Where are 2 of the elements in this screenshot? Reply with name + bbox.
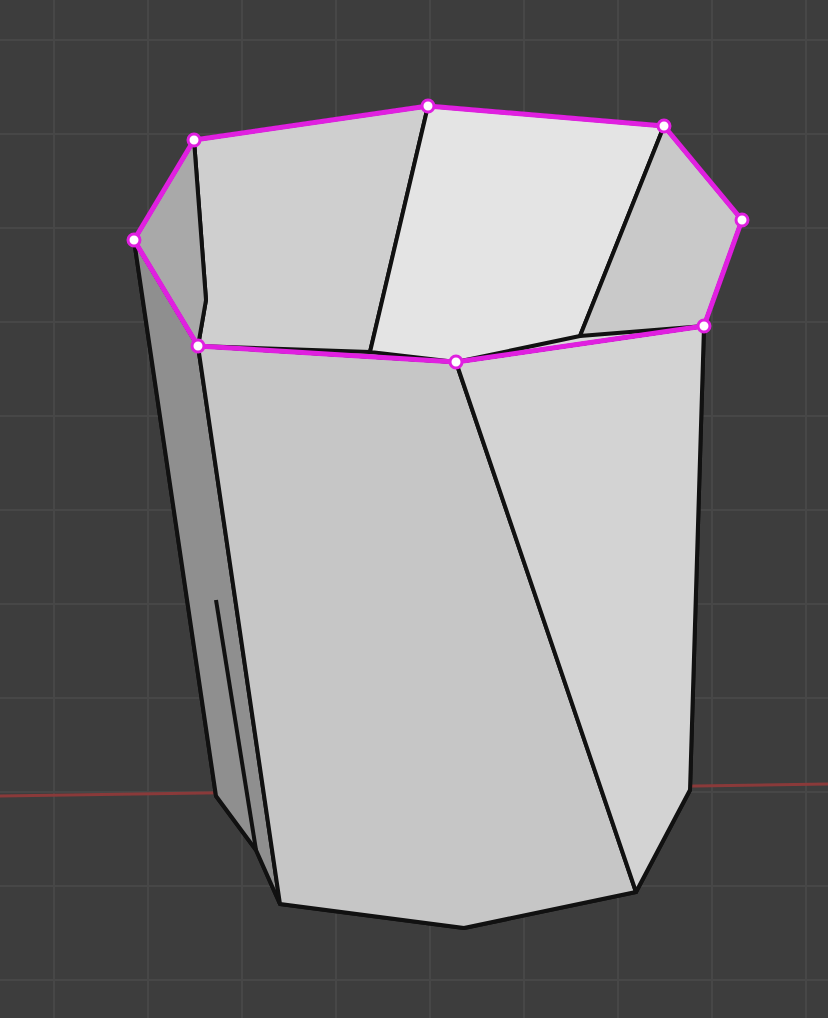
mesh-drawing[interactable] [126, 98, 750, 930]
3d-viewport[interactable] [0, 0, 828, 1018]
